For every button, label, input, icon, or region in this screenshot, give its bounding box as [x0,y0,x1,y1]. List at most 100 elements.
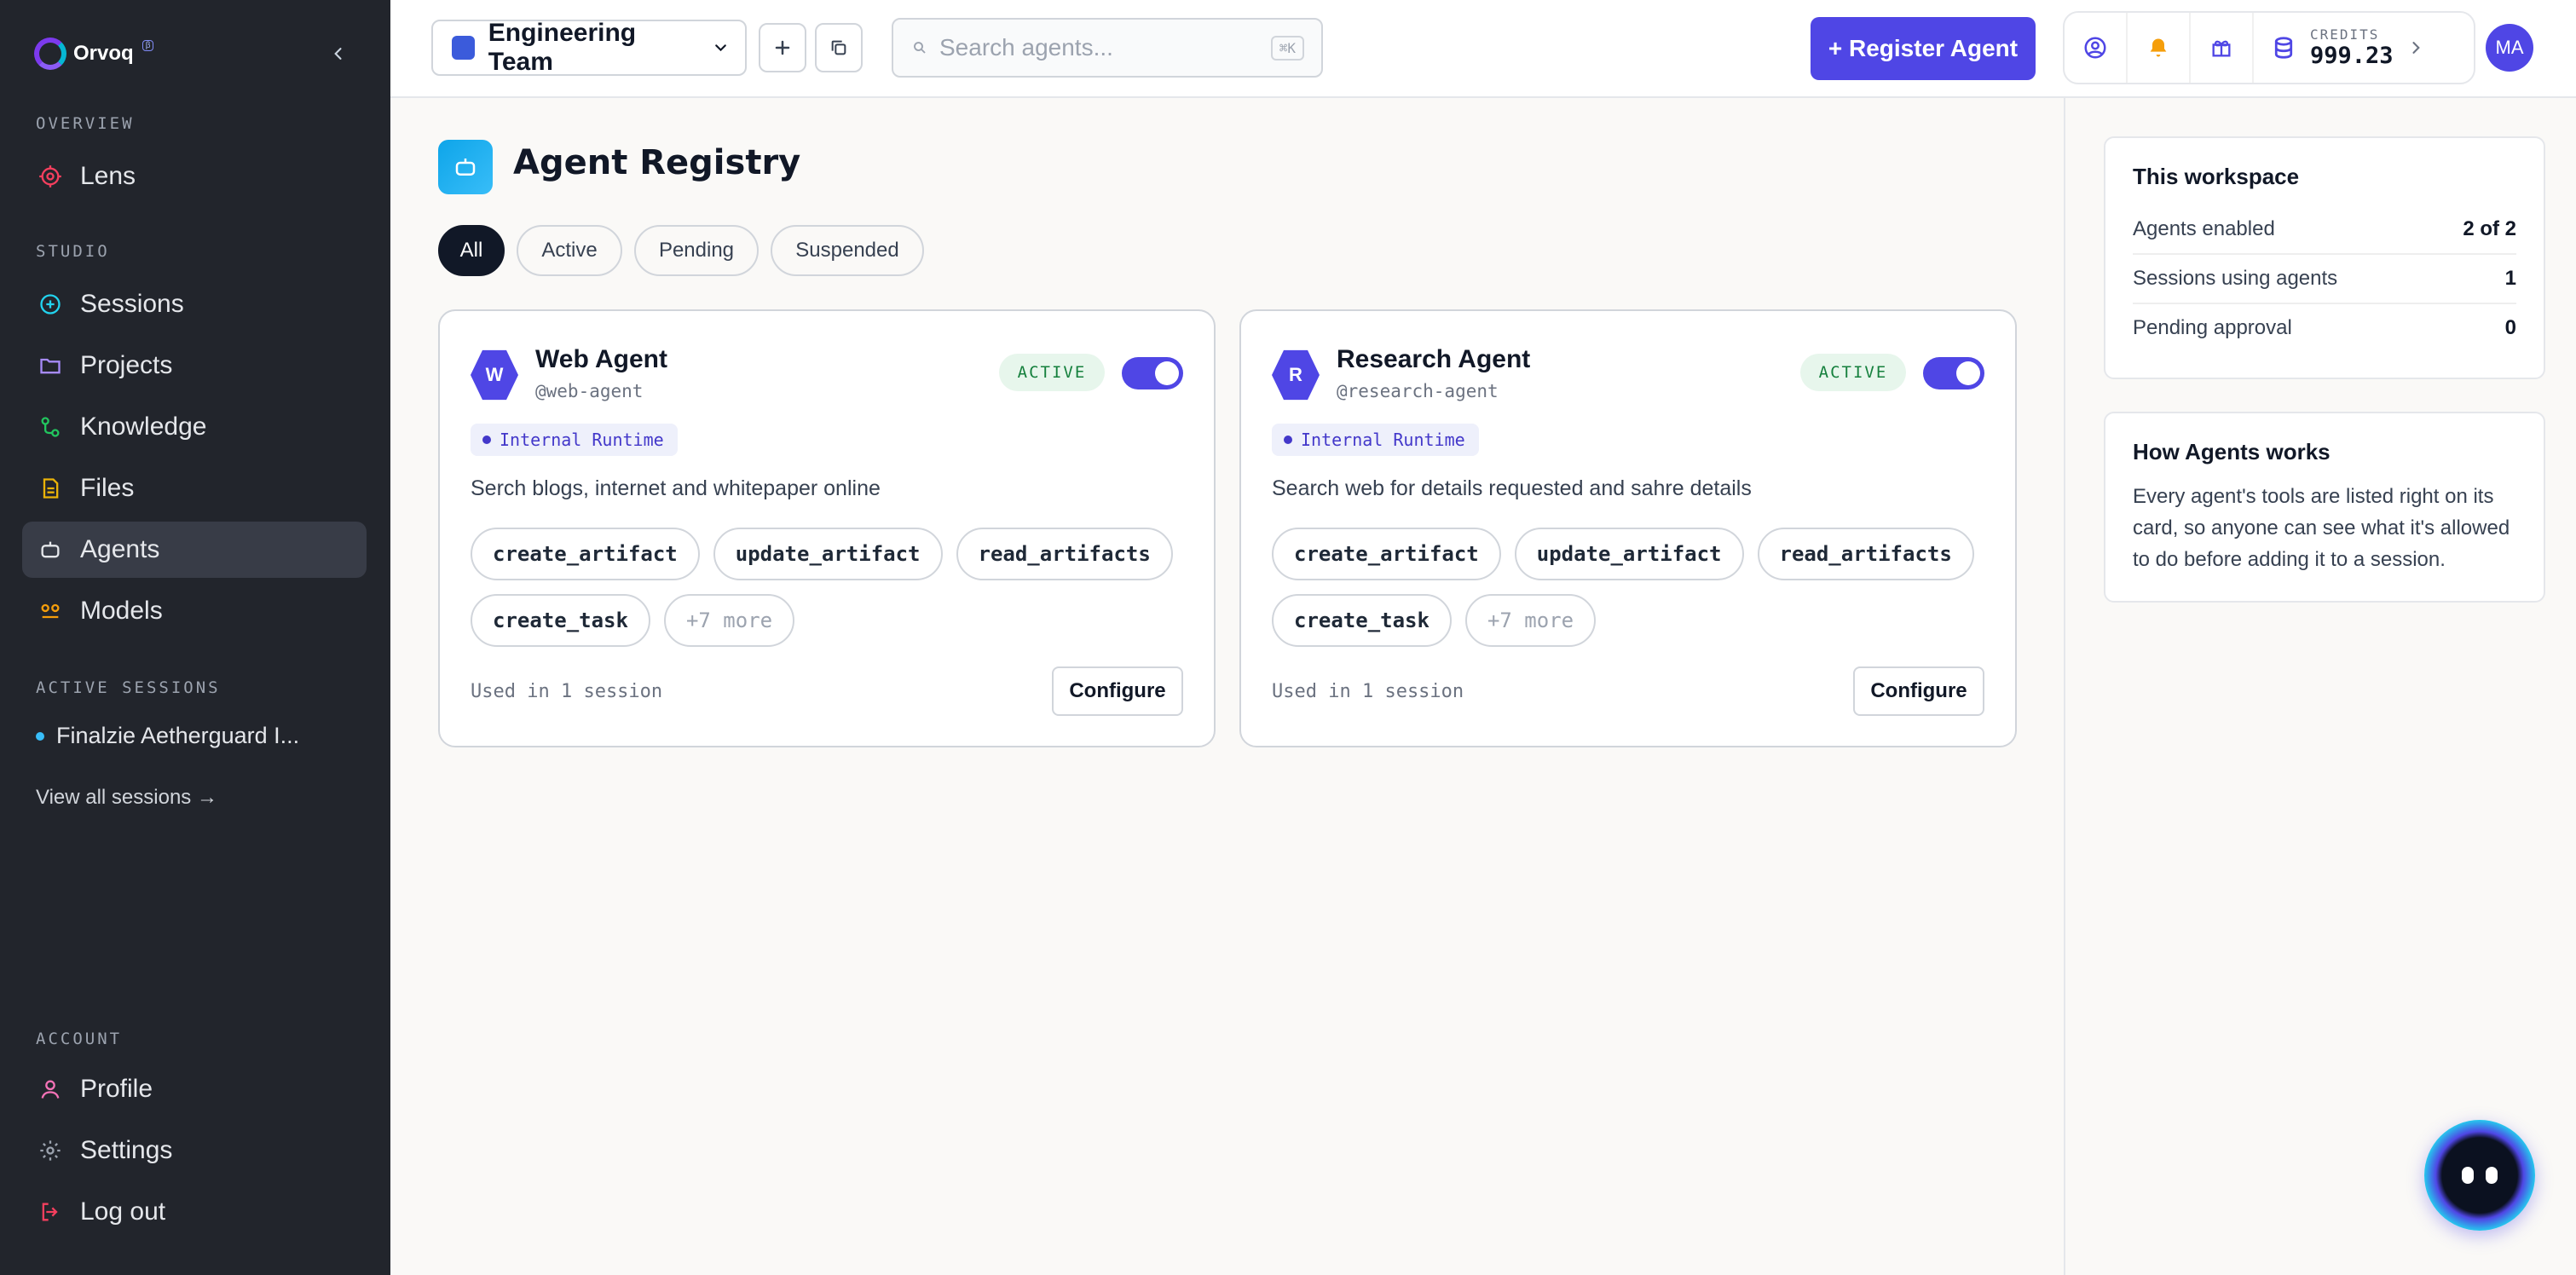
app-badge: β [142,39,154,51]
coins-icon [2274,37,2293,59]
stat-label: Sessions using agents [2133,267,2338,290]
agent-description: Search web for details requested and sah… [1272,476,1752,500]
stat-row: Agents enabled 2 of 2 [2133,205,2516,255]
copy-icon [831,40,846,55]
configure-button[interactable]: Configure [1853,666,1984,716]
agent-avatar: R [1272,349,1320,401]
sidebar-item-logout[interactable]: Log out [22,1184,367,1240]
workspace-card: This workspace Agents enabled 2 of 2 Ses… [2104,136,2545,379]
stat-label: Agents enabled [2133,217,2275,240]
page-title: Agent Registry [513,143,801,182]
filter-all[interactable]: All [438,225,505,276]
more-tools-chip[interactable]: +7 more [1464,594,1597,647]
sidebar-item-label: Projects [80,351,173,379]
credits-value: 999.23 [2310,43,2394,69]
account-switch-button[interactable] [2065,13,2128,83]
sidebar-item-label: Models [80,597,163,625]
sidebar-item-label: Log out [80,1197,166,1226]
section-label-active-sessions: ACTIVE SESSIONS [36,678,221,697]
agent-description: Serch blogs, internet and whitepaper onl… [471,476,881,500]
logo-ring-icon [34,38,66,70]
configure-button[interactable]: Configure [1052,666,1183,716]
register-agent-button[interactable]: + Register Agent [1811,17,2036,80]
team-name: Engineering Team [488,19,637,76]
search-box[interactable]: ⌘K [892,18,1323,78]
agent-handle: @web-agent [535,381,644,401]
team-color-swatch [452,36,475,60]
credits-display[interactable]: CREDITS 999.23 [2254,26,2424,69]
user-avatar[interactable]: MA [2486,24,2533,72]
assistant-bot-button[interactable] [2424,1120,2535,1231]
sidebar-item-agents[interactable]: Agents [22,522,367,578]
app-name: Orvoq [73,42,134,65]
stat-label: Pending approval [2133,316,2292,339]
runtime-label: Internal Runtime [1301,430,1465,450]
collapse-sidebar-button[interactable] [324,39,353,68]
usage-text: Used in 1 session [471,681,663,702]
sidebar-item-label: Profile [80,1075,153,1103]
agent-name: Web Agent [535,345,667,373]
agent-card-research: R Research Agent @research-agent ACTIVE … [1239,309,2017,747]
add-team-button[interactable] [759,23,806,72]
search-icon [914,42,926,54]
team-selector[interactable]: Engineering Team [431,19,747,76]
more-tools-chip[interactable]: +7 more [663,594,795,647]
tool-chip: create_artifact [471,528,700,580]
filter-suspended[interactable]: Suspended [771,225,924,276]
view-all-sessions-link[interactable]: View all sessions → [36,786,217,810]
active-session-item[interactable]: Finalzie Aetherguard I... [36,723,299,749]
sidebar-item-models[interactable]: Models [22,583,367,639]
sidebar-item-settings[interactable]: Settings [22,1122,367,1179]
sidebar-item-files[interactable]: Files [22,460,367,516]
target-icon [38,164,63,189]
sidebar-item-label: Agents [80,535,160,563]
tool-chip: create_task [471,594,650,647]
file-icon [38,476,63,501]
bot-eye-icon [2462,1167,2474,1184]
duplicate-button[interactable] [815,23,863,72]
status-badge: ACTIVE [1800,354,1906,391]
credits-label: CREDITS [2310,26,2380,43]
runtime-label: Internal Runtime [500,430,664,450]
agent-enabled-toggle[interactable] [1923,357,1984,389]
search-input[interactable] [939,34,1246,61]
tool-chip: read_artifacts [956,528,1173,580]
sidebar-item-lens[interactable]: Lens [22,148,367,205]
tool-chip: create_artifact [1272,528,1501,580]
header-tools: CREDITS 999.23 [2063,11,2475,84]
sidebar-item-label: Sessions [80,290,184,318]
right-panel: This workspace Agents enabled 2 of 2 Ses… [2064,98,2576,1275]
sidebar-item-projects[interactable]: Projects [22,338,367,394]
usage-text: Used in 1 session [1272,681,1464,702]
how-agents-works-card: How Agents works Every agent's tools are… [2104,412,2545,603]
filter-pending[interactable]: Pending [634,225,759,276]
sidebar-item-label: Files [80,474,135,502]
agent-enabled-toggle[interactable] [1122,357,1183,389]
section-label-studio: STUDIO [36,242,110,261]
sidebar-item-label: Knowledge [80,412,207,441]
sidebar-item-label: Lens [80,162,136,190]
section-label-account: ACCOUNT [36,1030,123,1048]
active-session-label: Finalzie Aetherguard I... [56,723,300,748]
how-text: Every agent's tools are listed right on … [2133,485,2510,571]
filter-active[interactable]: Active [517,225,622,276]
sidebar-item-sessions[interactable]: Sessions [22,276,367,332]
plus-circle-icon [38,291,63,317]
status-badge: ACTIVE [999,354,1105,391]
bot-eye-icon [2486,1167,2498,1184]
runtime-badge: Internal Runtime [471,424,678,456]
plus-icon [775,40,790,55]
agent-name: Research Agent [1337,345,1531,373]
sidebar-item-profile[interactable]: Profile [22,1061,367,1117]
workspace-title: This workspace [2133,164,2300,189]
user-icon [38,1076,63,1102]
chevron-left-icon [334,48,342,60]
sidebar-item-knowledge[interactable]: Knowledge [22,399,367,455]
tool-chip: update_artifact [713,528,943,580]
notifications-button[interactable] [2128,13,2191,83]
app-logo[interactable]: Orvoq β [34,38,154,70]
agent-card-web: W Web Agent @web-agent ACTIVE Internal R… [438,309,1216,747]
agent-handle: @research-agent [1337,381,1499,401]
robot-icon [38,537,63,562]
rewards-button[interactable] [2191,13,2254,83]
